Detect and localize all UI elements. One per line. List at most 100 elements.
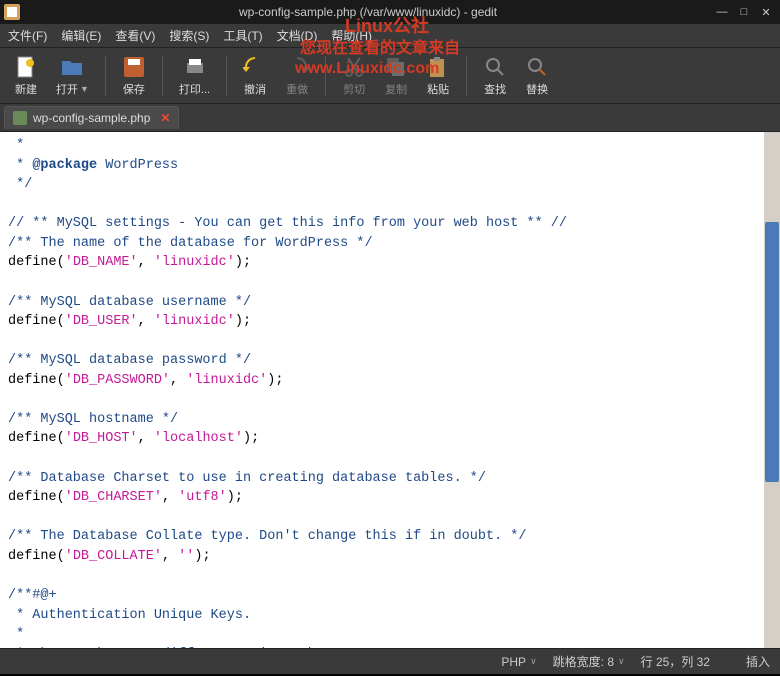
code-string: 'linuxidc'	[154, 255, 235, 270]
code-string: 'DB_USER'	[65, 314, 138, 329]
print-label: 打印...	[179, 81, 210, 97]
close-button[interactable]: ✕	[756, 4, 776, 20]
code-punct: ,	[170, 373, 186, 388]
code-line: /** The name of the database for WordPre…	[8, 236, 373, 251]
code-string: 'DB_NAME'	[65, 255, 138, 270]
cut-button[interactable]: 剪切	[336, 53, 372, 99]
code-string: 'DB_COLLATE'	[65, 549, 162, 564]
window-title: wp-config-sample.php (/var/www/linuxidc)…	[24, 5, 712, 19]
code-func: define(	[8, 549, 65, 564]
code-line: *	[8, 627, 24, 642]
code-string: 'DB_HOST'	[65, 431, 138, 446]
menu-view[interactable]: 查看(V)	[115, 27, 155, 44]
open-folder-icon	[60, 55, 84, 79]
menu-file[interactable]: 文件(F)	[8, 27, 47, 44]
code-punct: ,	[162, 490, 178, 505]
code-punct: ,	[138, 314, 154, 329]
copy-icon	[384, 55, 408, 79]
paste-label: 粘贴	[427, 81, 449, 97]
language-selector[interactable]: PHP∨	[501, 655, 536, 669]
code-line: /** MySQL database password */	[8, 353, 251, 368]
code-punct: );	[235, 314, 251, 329]
code-punct: ,	[138, 255, 154, 270]
cut-icon	[342, 55, 366, 79]
menu-tools[interactable]: 工具(T)	[223, 27, 262, 44]
replace-button[interactable]: 替换	[519, 53, 555, 99]
code-line: // ** MySQL settings - You can get this …	[8, 216, 567, 231]
replace-icon	[525, 55, 549, 79]
code-editor-content[interactable]: * * @package WordPress */ // ** MySQL se…	[0, 132, 764, 648]
redo-button[interactable]: 重做	[279, 53, 315, 99]
open-button[interactable]: 打开▼	[50, 53, 95, 99]
find-button[interactable]: 查找	[477, 53, 513, 99]
print-button[interactable]: 打印...	[173, 53, 216, 99]
save-label: 保存	[123, 81, 145, 97]
toolbar-separator	[325, 56, 326, 96]
code-func: define(	[8, 490, 65, 505]
new-button[interactable]: 新建	[8, 53, 44, 99]
statusbar: PHP∨ 跳格宽度: 8∨ 行 25，列 32 插入	[0, 648, 780, 674]
code-func: define(	[8, 431, 65, 446]
save-button[interactable]: 保存	[116, 53, 152, 99]
code-line: /** MySQL hostname */	[8, 412, 178, 427]
scrollbar-thumb[interactable]	[765, 222, 779, 482]
find-label: 查找	[484, 81, 506, 97]
chevron-down-icon[interactable]: ▼	[80, 84, 89, 94]
copy-button[interactable]: 复制	[378, 53, 414, 99]
titlebar: wp-config-sample.php (/var/www/linuxidc)…	[0, 0, 780, 24]
paste-button[interactable]: 粘贴	[420, 53, 456, 99]
tabbar: wp-config-sample.php ✕	[0, 104, 780, 132]
print-icon	[183, 55, 207, 79]
toolbar-separator	[226, 56, 227, 96]
undo-label: 撤消	[244, 81, 266, 97]
insert-mode: 插入	[746, 653, 770, 670]
undo-icon	[243, 55, 267, 79]
php-file-icon	[13, 111, 27, 125]
code-punct: );	[243, 431, 259, 446]
code-line: */	[8, 177, 32, 192]
code-punct: );	[194, 549, 210, 564]
code-line: /** MySQL database username */	[8, 295, 251, 310]
chevron-down-icon: ∨	[618, 656, 625, 667]
code-string: 'linuxidc'	[186, 373, 267, 388]
app-icon	[4, 4, 20, 20]
toolbar: 新建 打开▼ 保存 打印... 撤消 重做 剪切 复制 粘贴 查找 替	[0, 48, 780, 104]
code-string: 'DB_CHARSET'	[65, 490, 162, 505]
tab-width-selector[interactable]: 跳格宽度: 8∨	[553, 653, 625, 670]
save-icon	[122, 55, 146, 79]
toolbar-separator	[162, 56, 163, 96]
replace-label: 替换	[526, 81, 548, 97]
code-string: 'localhost'	[154, 431, 243, 446]
code-func: define(	[8, 373, 65, 388]
menu-docs[interactable]: 文档(D)	[277, 27, 318, 44]
code-line: /**#@+	[8, 588, 57, 603]
tab-close-icon[interactable]: ✕	[160, 111, 170, 125]
cursor-position: 行 25，列 32	[641, 653, 710, 670]
new-file-icon	[14, 55, 38, 79]
code-punct: );	[267, 373, 283, 388]
menu-help[interactable]: 帮助(H)	[331, 27, 372, 44]
code-line: /** Database Charset to use in creating …	[8, 471, 486, 486]
code-line: *	[8, 158, 32, 173]
code-string: 'DB_PASSWORD'	[65, 373, 170, 388]
redo-label: 重做	[286, 81, 308, 97]
undo-button[interactable]: 撤消	[237, 53, 273, 99]
menu-edit[interactable]: 编辑(E)	[61, 27, 101, 44]
toolbar-separator	[466, 56, 467, 96]
new-label: 新建	[15, 81, 37, 97]
paste-icon	[426, 55, 450, 79]
menu-search[interactable]: 搜索(S)	[169, 27, 209, 44]
maximize-button[interactable]: □	[734, 4, 754, 20]
code-punct: ,	[138, 431, 154, 446]
code-func: define(	[8, 314, 65, 329]
redo-icon	[285, 55, 309, 79]
minimize-button[interactable]: —	[712, 4, 732, 20]
code-string: 'linuxidc'	[154, 314, 235, 329]
code-line: *	[8, 138, 24, 153]
file-tab[interactable]: wp-config-sample.php ✕	[4, 106, 179, 129]
code-line: /** The Database Collate type. Don't cha…	[8, 529, 526, 544]
code-line: WordPress	[97, 158, 178, 173]
toolbar-separator	[105, 56, 106, 96]
vertical-scrollbar[interactable]	[764, 132, 780, 648]
code-tag: @package	[32, 158, 97, 173]
